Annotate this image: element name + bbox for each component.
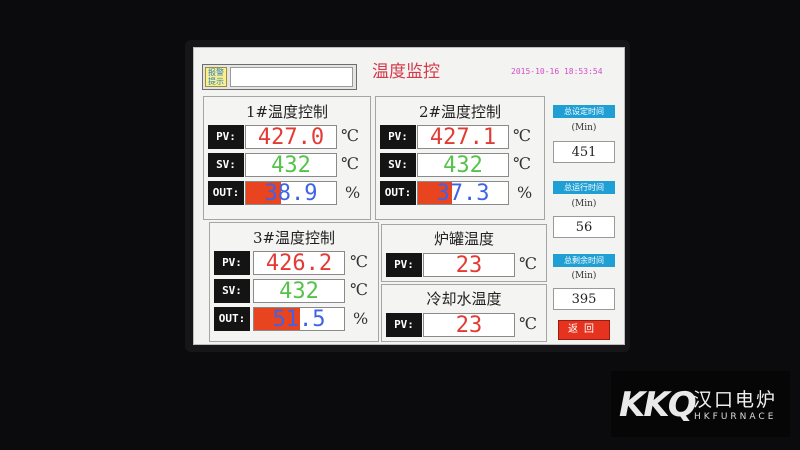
pv-label: PV: [380,125,416,149]
pv-value[interactable]: 427.0 [245,125,337,149]
hmi-screen: 报警提示 温度监控 2015-10-16 18:53:54 1#温度控制 PV:… [193,47,625,345]
percent-unit: % [517,183,533,202]
brand-name-en: HKFURNACE [694,412,777,422]
back-button[interactable]: 返回 [558,320,610,340]
total-set-time-value[interactable]: 451 [553,141,615,163]
percent-unit: % [353,309,369,328]
out-label: OUT: [208,181,244,205]
celsius-unit: ℃ [519,254,537,273]
pv-label: PV: [386,253,422,277]
total-remaining-time-unit: (Min) [571,271,597,281]
controller-title: 2#温度控制 [418,103,502,121]
celsius-unit: ℃ [519,314,537,333]
percent-unit: % [345,183,361,202]
total-set-time-label: 总设定时间 [553,105,615,118]
furnace-tank-panel: 炉罐温度 PV: 23 ℃ [381,224,547,282]
controller-title: 3#温度控制 [252,229,336,247]
out-label: OUT: [214,307,250,331]
alarm-bar: 报警提示 [202,64,357,90]
pv-label: PV: [386,313,422,337]
sv-value[interactable]: 432 [253,279,345,303]
celsius-unit: ℃ [350,280,368,299]
controller-panel-2: 2#温度控制 PV: 427.1 ℃ SV: 432 ℃ OUT: 37.3 % [375,96,545,220]
pv-value[interactable]: 427.1 [417,125,509,149]
pv-label: PV: [214,251,250,275]
pv-label: PV: [208,125,244,149]
total-run-time-label: 总运行时间 [553,181,615,194]
brand-name-cn: 汉口电炉 [693,389,778,411]
controller-panel-1: 1#温度控制 PV: 427.0 ℃ SV: 432 ℃ OUT: 38.9 % [203,96,371,220]
total-remaining-time-value: 395 [553,288,615,310]
out-value[interactable]: 51.5 [253,307,345,331]
controller-title: 1#温度控制 [245,103,329,121]
alarm-message-field [230,67,353,87]
total-run-time-value: 56 [553,216,615,238]
sv-value[interactable]: 432 [245,153,337,177]
pv-value[interactable]: 426.2 [253,251,345,275]
celsius-unit: ℃ [513,126,531,145]
cooling-water-panel: 冷却水温度 PV: 23 ℃ [381,284,547,342]
out-value[interactable]: 37.3 [417,181,509,205]
brand-logo-mark: KKQ [619,385,697,425]
cooling-water-title: 冷却水温度 [426,290,502,308]
celsius-unit: ℃ [341,154,359,173]
celsius-unit: ℃ [341,126,359,145]
out-value[interactable]: 38.9 [245,181,337,205]
total-remaining-time-label: 总剩余时间 [553,254,615,267]
sv-label: SV: [380,153,416,177]
celsius-unit: ℃ [350,252,368,271]
celsius-unit: ℃ [513,154,531,173]
page-title: 温度监控 [372,62,440,82]
out-label: OUT: [380,181,416,205]
sv-label: SV: [214,279,250,303]
total-run-time-unit: (Min) [571,199,597,209]
alarm-button[interactable]: 报警提示 [205,67,227,87]
sv-value[interactable]: 432 [417,153,509,177]
furnace-tank-title: 炉罐温度 [433,230,494,248]
controller-panel-3: 3#温度控制 PV: 426.2 ℃ SV: 432 ℃ OUT: 51.5 % [209,222,379,342]
cooling-water-pv-value[interactable]: 23 [423,313,515,337]
brand-watermark: KKQ 汉口电炉 HKFURNACE [611,371,790,437]
furnace-tank-pv-value[interactable]: 23 [423,253,515,277]
sv-label: SV: [208,153,244,177]
datetime-display: 2015-10-16 18:53:54 [511,67,603,76]
total-set-time-unit: (Min) [571,123,597,133]
